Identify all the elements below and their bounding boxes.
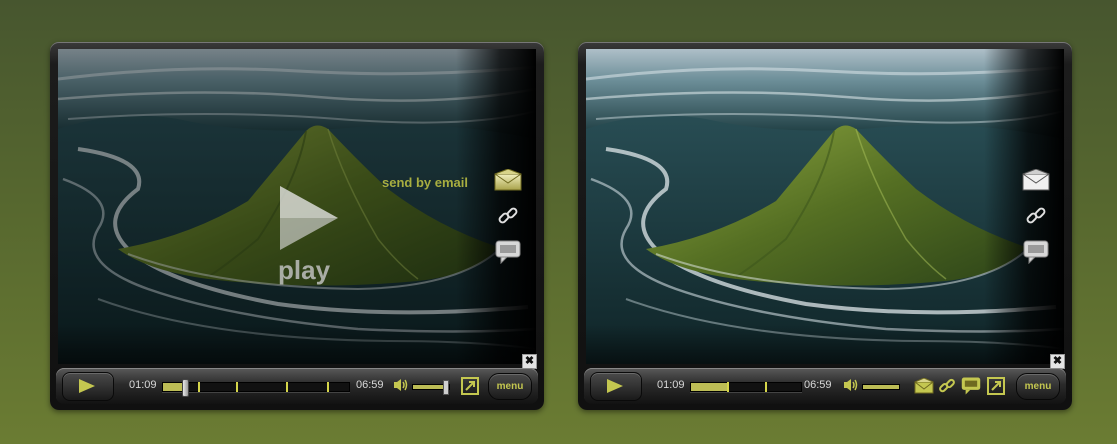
chapter-mark[interactable] [327, 382, 329, 392]
bottom-shade [58, 324, 536, 364]
chapter-mark[interactable] [286, 382, 288, 392]
chapter-mark[interactable] [727, 382, 729, 392]
volume-handle[interactable] [443, 380, 449, 395]
time-elapsed: 01:09 [657, 379, 685, 391]
seek-handle[interactable] [182, 379, 189, 397]
fullscreen-icon[interactable] [987, 377, 1005, 395]
time-elapsed: 01:09 [129, 379, 157, 391]
play-icon [607, 379, 623, 393]
video-screen[interactable] [586, 49, 1064, 364]
envelope-icon[interactable] [914, 378, 934, 394]
video-player-left: play send by email ✖ 01:09 06:59 menu [50, 42, 544, 410]
big-play-icon[interactable] [278, 184, 340, 252]
fullscreen-icon[interactable] [461, 377, 479, 395]
chapter-mark[interactable] [236, 382, 238, 392]
link-icon[interactable] [492, 202, 524, 230]
control-bar: 01:09 06:59 menu [56, 368, 538, 404]
volume-icon[interactable] [843, 378, 859, 392]
menu-button[interactable]: menu [488, 373, 532, 400]
chapter-mark[interactable] [765, 382, 767, 392]
link-icon[interactable] [1020, 202, 1052, 230]
menu-button[interactable]: menu [1016, 373, 1060, 400]
seek-progress [163, 383, 182, 391]
link-icon[interactable] [938, 377, 956, 395]
send-by-email-label[interactable]: send by email [382, 175, 468, 190]
play-icon [79, 379, 95, 393]
envelope-icon[interactable] [1020, 166, 1052, 194]
envelope-icon[interactable] [492, 166, 524, 194]
seek-progress [691, 383, 729, 391]
time-total: 06:59 [356, 379, 384, 391]
video-player-right: ✖ 01:09 06:59 menu [578, 42, 1072, 410]
seek-bar[interactable] [690, 382, 802, 392]
time-total: 06:59 [804, 379, 832, 391]
volume-slider[interactable] [862, 384, 900, 390]
video-screen[interactable]: play send by email [58, 49, 536, 364]
seek-bar[interactable] [162, 379, 350, 397]
control-bar: 01:09 06:59 menu [584, 368, 1066, 404]
comment-icon[interactable] [961, 376, 981, 396]
comment-icon[interactable] [492, 238, 524, 266]
play-button[interactable] [590, 372, 642, 401]
play-button[interactable] [62, 372, 114, 401]
comment-icon[interactable] [1020, 238, 1052, 266]
volume-icon[interactable] [393, 378, 409, 392]
close-button[interactable]: ✖ [522, 354, 537, 369]
chapter-mark[interactable] [198, 382, 200, 392]
volume-slider[interactable] [412, 380, 450, 395]
volume-level [863, 385, 899, 389]
close-button[interactable]: ✖ [1050, 354, 1065, 369]
play-label[interactable]: play [278, 255, 330, 286]
bottom-shade [586, 324, 1064, 364]
